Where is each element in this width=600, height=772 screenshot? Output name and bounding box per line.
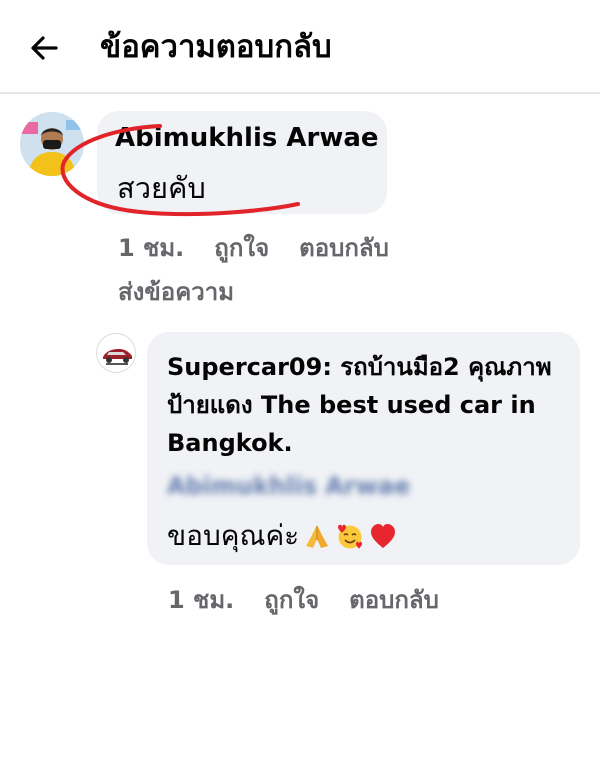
car-logo-icon xyxy=(103,349,132,365)
reply-like-button[interactable]: ถูกใจ xyxy=(264,580,319,619)
comment-time: 1 ชม. xyxy=(118,234,185,262)
page-title: ข้อความตอบกลับ xyxy=(100,29,332,65)
header-bar: ข้อความตอบกลับ xyxy=(0,0,600,94)
red-heart-icon xyxy=(371,524,396,548)
like-button[interactable]: ถูกใจ xyxy=(214,228,269,267)
smiling-face-with-hearts-icon xyxy=(338,524,363,549)
reply-text: Supercar09: รถบ้านมือ2 คุณภาพป้ายแดง The… xyxy=(167,353,552,457)
comment-text: สวยคับ xyxy=(117,171,206,205)
comment-author[interactable]: Abimukhlis Arwae xyxy=(115,123,379,153)
reply-reply-button[interactable]: ตอบกลับ xyxy=(349,580,439,619)
avatar[interactable] xyxy=(20,112,84,176)
comment-bubble: Abimukhlis Arwae สวยคับ xyxy=(97,111,387,214)
reply-button[interactable]: ตอบกลับ xyxy=(299,228,389,267)
reply-thanks: ขอบคุณค่ะ xyxy=(167,514,398,558)
arrow-left-icon[interactable] xyxy=(26,28,66,68)
page-avatar[interactable] xyxy=(96,333,136,373)
thanks-text: ขอบคุณค่ะ xyxy=(167,519,300,552)
mention-link[interactable]: Abimukhlis Arwae xyxy=(167,472,410,500)
folded-hands-icon xyxy=(306,525,329,548)
reply-actions: 1 ชม. ถูกใจ ตอบกลับ xyxy=(168,580,439,619)
reply-time: 1 ชม. xyxy=(168,586,235,614)
profile-photo xyxy=(20,112,84,176)
comment-actions: 1 ชม. ถูกใจ ตอบกลับ xyxy=(118,228,389,267)
reply-bubble: Supercar09: รถบ้านมือ2 คุณภาพป้ายแดง The… xyxy=(147,332,580,565)
send-message-button[interactable]: ส่งข้อความ xyxy=(118,272,234,311)
